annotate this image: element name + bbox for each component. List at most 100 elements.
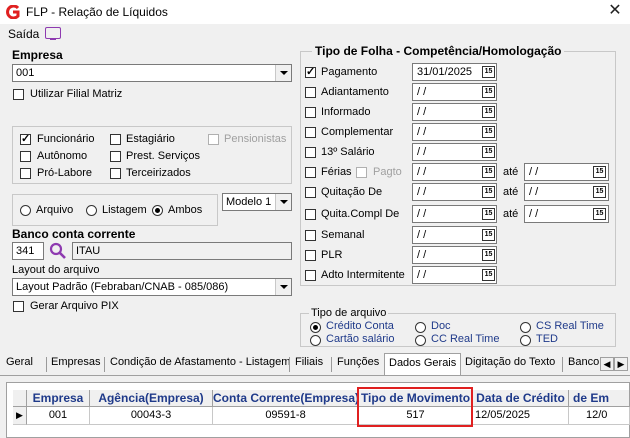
tab-geral[interactable]: Geral bbox=[6, 356, 33, 374]
cs-real-time-radio[interactable] bbox=[520, 322, 531, 333]
menu-saida[interactable]: Saída bbox=[8, 27, 39, 41]
pagamento-label: Pagamento bbox=[321, 66, 378, 78]
grid-corner bbox=[13, 390, 27, 407]
empresa-label: Empresa bbox=[12, 48, 63, 62]
quita-compl-de-label: Quita.Compl De bbox=[321, 208, 400, 220]
doc-label: Doc bbox=[431, 320, 451, 332]
prest-servicos-checkbox[interactable] bbox=[110, 151, 121, 162]
tab-dados-gerais[interactable]: Dados Gerais bbox=[384, 353, 462, 375]
doc-radio[interactable] bbox=[415, 322, 426, 333]
cell-empresa[interactable]: 001 bbox=[27, 407, 90, 425]
ambos-radio[interactable] bbox=[152, 205, 163, 216]
tab-separator bbox=[46, 357, 47, 372]
calendar-icon[interactable]: 15 bbox=[482, 229, 495, 241]
tab-filiais[interactable]: Filiais bbox=[295, 356, 323, 374]
cell-agencia[interactable]: 00043-3 bbox=[90, 407, 213, 425]
tab-digitacao-texto[interactable]: Digitação do Texto bbox=[465, 356, 555, 374]
calendar-icon[interactable]: 15 bbox=[482, 249, 495, 261]
tab-empresas[interactable]: Empresas bbox=[51, 356, 101, 374]
autonomo-checkbox[interactable] bbox=[20, 151, 31, 162]
calendar-icon[interactable]: 15 bbox=[482, 146, 495, 158]
calendar-icon[interactable]: 15 bbox=[482, 166, 495, 178]
semanal-checkbox[interactable] bbox=[305, 230, 316, 241]
ambos-label: Ambos bbox=[168, 204, 203, 216]
tipo-arquivo-title: Tipo de arquivo bbox=[309, 307, 389, 319]
gerar-pix-checkbox[interactable] bbox=[13, 301, 24, 312]
chevron-down-icon[interactable] bbox=[275, 279, 291, 295]
grid-header-conta-corrente[interactable]: Conta Corrente(Empresa) bbox=[213, 390, 359, 407]
tab-condicao-afastamento[interactable]: Condição de Afastamento - Listagem bbox=[110, 356, 290, 374]
tab-funcoes[interactable]: Funções bbox=[337, 356, 379, 374]
quita-compl-de-checkbox[interactable] bbox=[305, 209, 316, 220]
grid-header-data-credito[interactable]: Data de Crédito bbox=[473, 390, 569, 407]
tab-banco[interactable]: Banco bbox=[568, 356, 599, 374]
banco-code-input[interactable]: 341 bbox=[12, 242, 44, 260]
banco-label: Banco conta corrente bbox=[12, 227, 136, 241]
layout-label: Layout do arquivo bbox=[12, 264, 100, 276]
adiantamento-label: Adiantamento bbox=[321, 86, 389, 98]
listagem-radio[interactable] bbox=[86, 205, 97, 216]
calendar-icon[interactable]: 15 bbox=[593, 186, 606, 198]
calendar-icon[interactable]: 15 bbox=[593, 208, 606, 220]
calendar-icon[interactable]: 15 bbox=[593, 166, 606, 178]
cc-real-time-radio[interactable] bbox=[415, 335, 426, 346]
informado-checkbox[interactable] bbox=[305, 107, 316, 118]
utilizar-filial-checkbox[interactable] bbox=[13, 89, 24, 100]
pagamento-checkbox[interactable] bbox=[305, 65, 316, 78]
cartao-salario-radio[interactable] bbox=[310, 335, 321, 346]
cc-real-time-label: CC Real Time bbox=[431, 333, 500, 345]
credito-conta-radio[interactable] bbox=[310, 322, 321, 333]
calendar-icon[interactable]: 15 bbox=[482, 126, 495, 138]
estagiario-label: Estagiário bbox=[126, 133, 175, 145]
grid-header-empresa[interactable]: Empresa bbox=[27, 390, 90, 407]
arquivo-radio[interactable] bbox=[20, 205, 31, 216]
calendar-icon[interactable]: 15 bbox=[482, 186, 495, 198]
highlight-box bbox=[357, 387, 473, 427]
cell-conta-corrente[interactable]: 09591-8 bbox=[213, 407, 359, 425]
pro-labore-checkbox[interactable] bbox=[20, 168, 31, 179]
semanal-label: Semanal bbox=[321, 229, 365, 241]
adto-intermitente-label: Adto Intermitente bbox=[321, 269, 405, 281]
calendar-icon[interactable]: 15 bbox=[482, 66, 495, 78]
estagiario-checkbox[interactable] bbox=[110, 134, 121, 145]
adto-intermitente-checkbox[interactable] bbox=[305, 270, 316, 281]
tab-scroll-right-icon[interactable]: ▶ bbox=[614, 357, 628, 371]
screen-icon[interactable] bbox=[45, 27, 61, 40]
chevron-down-icon[interactable] bbox=[275, 194, 291, 210]
tab-separator bbox=[104, 357, 105, 372]
calendar-icon[interactable]: 15 bbox=[482, 208, 495, 220]
ate-label: até bbox=[503, 208, 519, 220]
plr-checkbox[interactable] bbox=[305, 250, 316, 261]
tab-separator bbox=[289, 357, 290, 372]
grid-header-data-emissao[interactable]: de Em bbox=[569, 390, 630, 407]
search-icon[interactable] bbox=[49, 242, 67, 260]
gerar-pix-label: Gerar Arquivo PIX bbox=[30, 300, 119, 312]
modelo-select[interactable]: Modelo 1 bbox=[222, 193, 292, 211]
calendar-icon[interactable]: 15 bbox=[482, 269, 495, 281]
pro-labore-label: Pró-Labore bbox=[37, 167, 93, 179]
cell-data-credito[interactable]: 12/05/2025 bbox=[473, 407, 569, 425]
autonomo-label: Autônomo bbox=[37, 150, 88, 162]
calendar-icon[interactable]: 15 bbox=[482, 106, 495, 118]
close-icon[interactable]: ✕ bbox=[606, 2, 624, 20]
terceirizados-checkbox[interactable] bbox=[110, 168, 121, 179]
quitacao-de-checkbox[interactable] bbox=[305, 187, 316, 198]
tab-scroll-left-icon[interactable]: ◀ bbox=[600, 357, 614, 371]
chevron-down-icon[interactable] bbox=[275, 65, 291, 81]
13-salario-checkbox[interactable] bbox=[305, 147, 316, 158]
funcionario-label: Funcionário bbox=[37, 133, 95, 145]
funcionario-checkbox[interactable] bbox=[20, 132, 31, 145]
listagem-label: Listagem bbox=[102, 204, 147, 216]
grid-header-agencia[interactable]: Agência(Empresa) bbox=[90, 390, 213, 407]
calendar-icon[interactable]: 15 bbox=[482, 86, 495, 98]
empresa-select[interactable]: 001 bbox=[12, 64, 292, 82]
ate-label: até bbox=[503, 186, 519, 198]
ferias-checkbox[interactable] bbox=[305, 167, 316, 178]
pagto-checkbox bbox=[356, 167, 367, 178]
complementar-checkbox[interactable] bbox=[305, 127, 316, 138]
cell-data-emissao[interactable]: 12/0 bbox=[569, 407, 630, 425]
adiantamento-checkbox[interactable] bbox=[305, 87, 316, 98]
banco-name-field: ITAU bbox=[72, 242, 292, 260]
ted-radio[interactable] bbox=[520, 335, 531, 346]
layout-select[interactable]: Layout Padrão (Febraban/CNAB - 085/086) bbox=[12, 278, 292, 296]
